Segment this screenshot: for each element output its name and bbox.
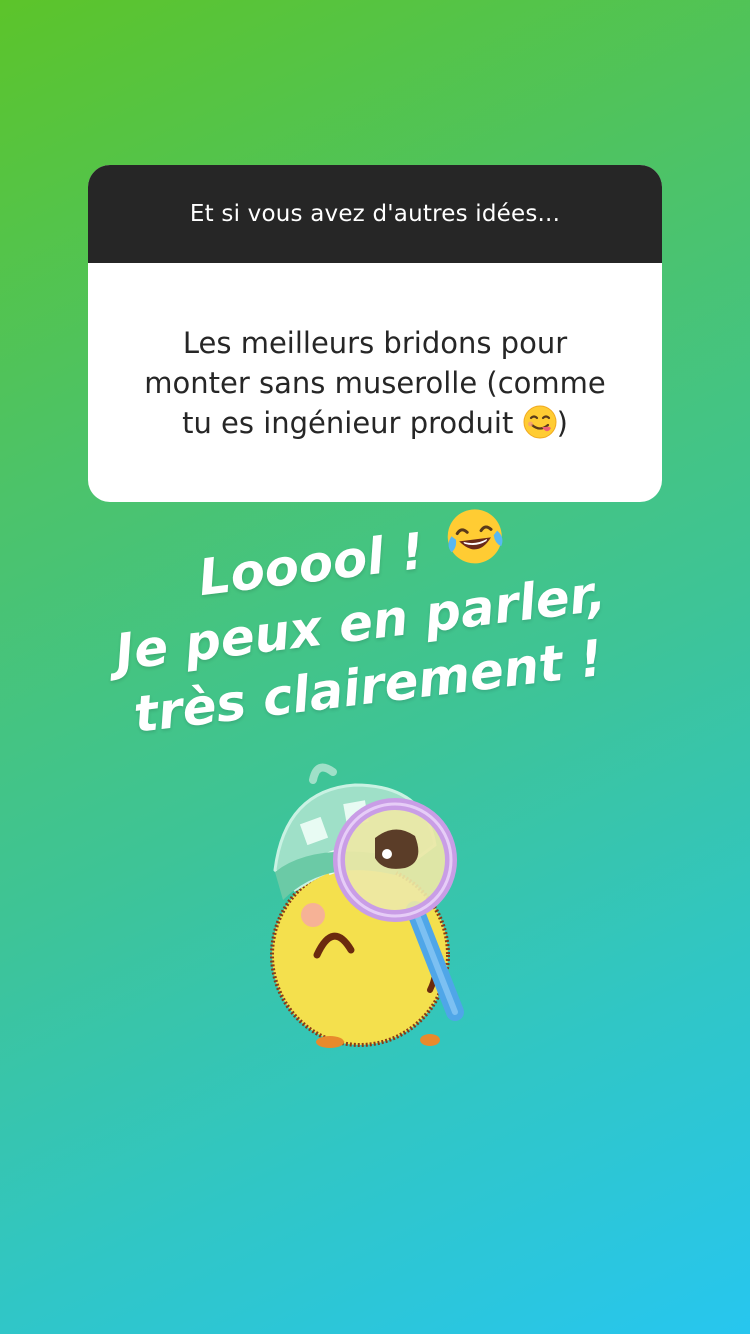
answer-line-2: monter sans muserolle (comme: [144, 365, 606, 400]
question-header: Et si vous avez d'autres idées...: [88, 165, 662, 263]
answer-body: Les meilleurs bridons pour monter sans m…: [88, 263, 662, 502]
answer-line-1: Les meilleurs bridons pour: [182, 325, 568, 360]
answer-text: Les meilleurs bridons pour monter sans m…: [144, 323, 605, 443]
answer-line-3-end: ): [556, 405, 568, 440]
detective-chick-sticker[interactable]: [255, 750, 495, 1050]
yum-face-icon: [523, 405, 557, 438]
question-sticker[interactable]: Et si vous avez d'autres idées... Les me…: [88, 165, 662, 502]
question-text: Et si vous avez d'autres idées...: [189, 201, 561, 227]
answer-line-3: tu es ingénieur produit: [182, 405, 514, 440]
